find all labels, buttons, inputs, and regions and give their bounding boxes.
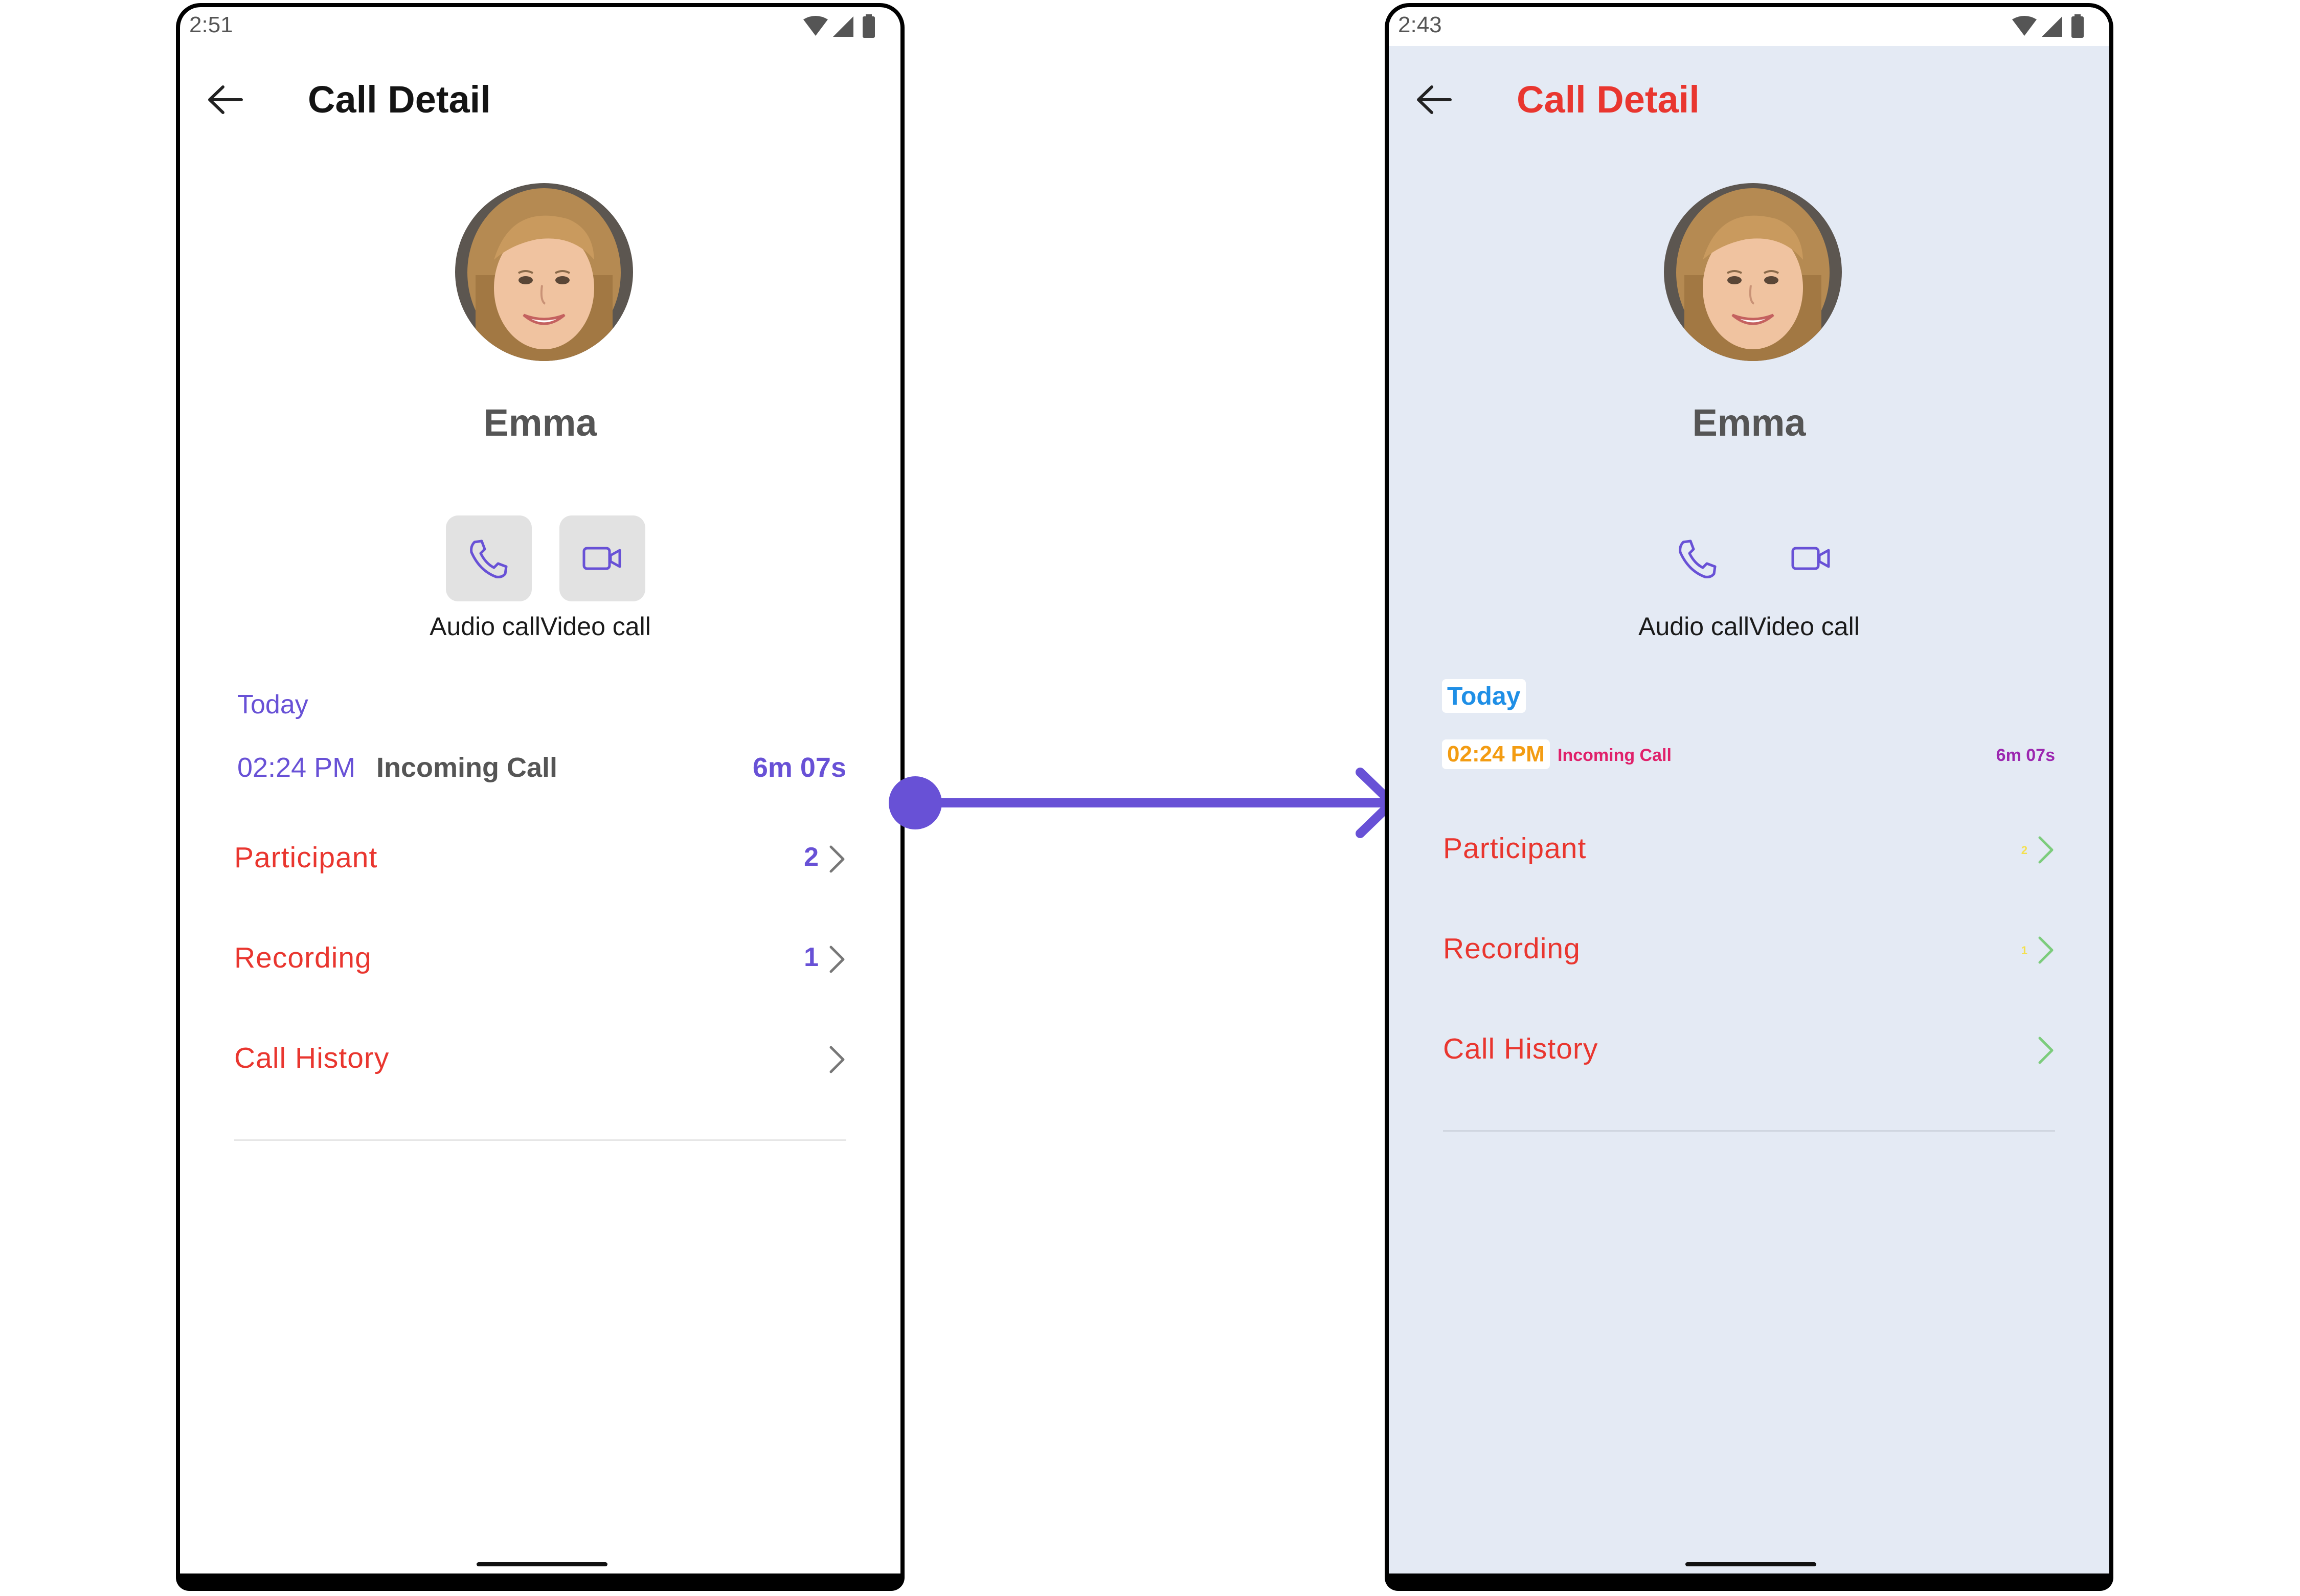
app-bar: Call Detail <box>1389 46 2109 123</box>
avatar <box>1664 183 1842 361</box>
page-title: Call Detail <box>308 78 491 121</box>
chevron-right-icon <box>2038 936 2054 964</box>
divider <box>1443 1130 2055 1132</box>
video-call-icon <box>582 547 621 570</box>
status-time: 2:51 <box>189 12 233 37</box>
avatar <box>455 183 633 361</box>
call-button-labels: Audio callVideo call <box>430 612 651 641</box>
option-label: Call History <box>234 1042 390 1074</box>
option-participant[interactable]: Participant 2 <box>180 826 900 888</box>
video-call-button[interactable] <box>1768 515 1854 601</box>
audio-call-icon <box>470 540 508 578</box>
option-label: Participant <box>234 841 378 874</box>
status-icons <box>2012 14 2084 38</box>
option-participant[interactable]: Participant 2 <box>1389 817 2109 879</box>
signal-icon <box>833 16 853 37</box>
option-recording[interactable]: Recording 1 <box>180 927 900 988</box>
chevron-right-icon <box>829 845 845 873</box>
transition-arrow <box>889 768 1396 838</box>
option-recording[interactable]: Recording 1 <box>1389 917 2109 979</box>
wifi-icon <box>803 16 828 36</box>
option-count: 1 <box>2021 944 2027 957</box>
audio-call-icon <box>1679 540 1717 578</box>
app-bar: Call Detail <box>180 46 900 123</box>
user-name: Emma <box>1692 401 1806 444</box>
phone-screen-default: 2:51 Call Detail Emma Audio callVideo ca… <box>176 3 905 1591</box>
battery-icon <box>2071 16 2084 38</box>
wifi-icon <box>2012 16 2037 36</box>
call-duration: 6m 07s <box>752 752 846 783</box>
chevron-right-icon <box>829 1046 845 1073</box>
date-header: Today <box>1442 679 1526 713</box>
status-bar: 2:51 <box>180 7 900 46</box>
call-duration: 6m 07s <box>1996 746 2055 765</box>
option-count: 2 <box>2021 844 2027 857</box>
back-arrow-icon[interactable] <box>207 81 244 119</box>
option-label: Call History <box>1443 1032 1598 1065</box>
call-type: Incoming Call <box>1558 746 1672 765</box>
option-call-history[interactable]: Call History <box>1389 1018 2109 1079</box>
call-time: 02:24 PM <box>1442 739 1550 769</box>
status-bar: 2:43 <box>1389 7 2109 46</box>
option-count: 2 <box>804 842 819 872</box>
status-icons <box>803 14 875 38</box>
video-call-button[interactable] <box>559 515 645 601</box>
battery-icon <box>863 16 875 38</box>
option-label: Participant <box>1443 832 1587 865</box>
user-name: Emma <box>483 401 597 444</box>
option-label: Recording <box>234 941 372 974</box>
signal-icon <box>2042 16 2062 37</box>
audio-call-button[interactable] <box>446 515 532 601</box>
home-indicator <box>477 1562 607 1566</box>
status-time: 2:43 <box>1398 12 1442 37</box>
option-count: 1 <box>804 942 819 972</box>
option-label: Recording <box>1443 932 1581 965</box>
phone-screen-styled: 2:43 Call Detail Emma Audio callVideo ca… <box>1385 3 2113 1591</box>
date-header: Today <box>237 690 308 720</box>
divider <box>234 1139 846 1141</box>
chevron-right-icon <box>2038 836 2054 864</box>
video-call-icon <box>1791 547 1830 570</box>
call-type: Incoming Call <box>376 752 558 783</box>
home-indicator <box>1685 1562 1816 1566</box>
audio-call-button[interactable] <box>1655 515 1741 601</box>
chevron-right-icon <box>2038 1037 2054 1064</box>
option-call-history[interactable]: Call History <box>180 1027 900 1088</box>
chevron-right-icon <box>829 946 845 973</box>
call-time: 02:24 PM <box>237 752 356 783</box>
page-title: Call Detail <box>1517 78 1700 121</box>
back-arrow-icon[interactable] <box>1415 81 1453 119</box>
call-button-labels: Audio callVideo call <box>1638 612 1860 641</box>
